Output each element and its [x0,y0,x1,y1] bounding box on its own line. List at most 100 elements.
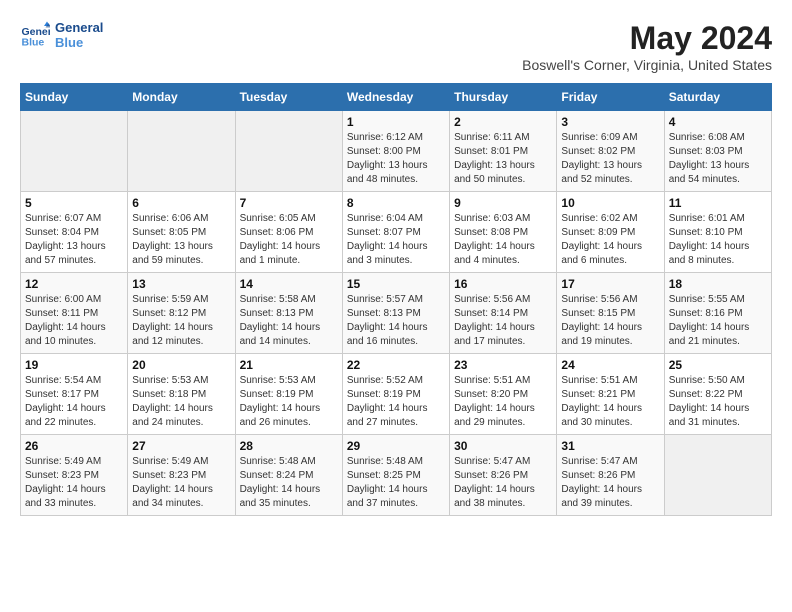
calendar-cell: 30 Sunrise: 5:47 AM Sunset: 8:26 PM Dayli… [450,435,557,516]
calendar-cell: 6 Sunrise: 6:06 AM Sunset: 8:05 PM Daylig… [128,192,235,273]
day-info: Sunrise: 5:51 AM Sunset: 8:20 PM Dayligh… [454,374,552,430]
day-info: Sunrise: 6:11 AM Sunset: 8:01 PM Dayligh… [454,131,552,187]
day-info: Sunrise: 6:08 AM Sunset: 8:03 PM Dayligh… [669,131,767,187]
day-number: 23 [454,358,552,372]
day-number: 6 [132,196,230,210]
day-info: Sunrise: 6:00 AM Sunset: 8:11 PM Dayligh… [25,293,123,349]
logo: General Blue General Blue [20,20,103,50]
calendar-cell: 17Sunrise: 5:56 AM Sunset: 8:15 PM Dayli… [557,273,664,354]
calendar-cell: 13Sunrise: 5:59 AM Sunset: 8:12 PM Dayli… [128,273,235,354]
calendar-cell: 29Sunrise: 5:48 AM Sunset: 8:25 PM Dayli… [342,435,449,516]
calendar-cell: 24Sunrise: 5:51 AM Sunset: 8:21 PM Dayli… [557,354,664,435]
month-title: May 2024 [522,20,772,57]
day-info: Sunrise: 6:01 AM Sunset: 8:10 PM Dayligh… [669,212,767,268]
calendar-cell [21,111,128,192]
weekday-header-wednesday: Wednesday [342,84,449,111]
day-info: Sunrise: 6:12 AM Sunset: 8:00 PM Dayligh… [347,131,445,187]
day-info: Sunrise: 6:06 AM Sunset: 8:05 PM Dayligh… [132,212,230,268]
day-number: 18 [669,277,767,291]
day-info: Sunrise: 5:49 AM Sunset: 8:23 PM Dayligh… [25,455,123,511]
weekday-header-tuesday: Tuesday [235,84,342,111]
calendar-cell: 15 Sunrise: 5:57 AM Sunset: 8:13 PM Dayli… [342,273,449,354]
day-info: Sunrise: 5:59 AM Sunset: 8:12 PM Dayligh… [132,293,230,349]
calendar-week-2: 5 Sunrise: 6:07 AM Sunset: 8:04 PM Daylig… [21,192,772,273]
day-number: 15 [347,277,445,291]
day-info: Sunrise: 5:52 AM Sunset: 8:19 PM Dayligh… [347,374,445,430]
logo-icon: General Blue [20,20,50,50]
calendar-cell: 21 Sunrise: 5:53 AM Sunset: 8:19 PM Dayli… [235,354,342,435]
day-number: 10 [561,196,659,210]
day-number: 22 [347,358,445,372]
calendar-cell: 9 Sunrise: 6:03 AM Sunset: 8:08 PM Daylig… [450,192,557,273]
day-number: 3 [561,115,659,129]
calendar-cell: 25 Sunrise: 5:50 AM Sunset: 8:22 PM Dayli… [664,354,771,435]
day-info: Sunrise: 6:04 AM Sunset: 8:07 PM Dayligh… [347,212,445,268]
weekday-header-friday: Friday [557,84,664,111]
calendar-cell: 31Sunrise: 5:47 AM Sunset: 8:26 PM Dayli… [557,435,664,516]
weekday-header-saturday: Saturday [664,84,771,111]
calendar-cell: 27 Sunrise: 5:49 AM Sunset: 8:23 PM Dayli… [128,435,235,516]
calendar-cell: 3Sunrise: 6:09 AM Sunset: 8:02 PM Daylig… [557,111,664,192]
day-info: Sunrise: 6:07 AM Sunset: 8:04 PM Dayligh… [25,212,123,268]
calendar-week-3: 12 Sunrise: 6:00 AM Sunset: 8:11 PM Dayli… [21,273,772,354]
day-info: Sunrise: 5:47 AM Sunset: 8:26 PM Dayligh… [454,455,552,511]
day-number: 31 [561,439,659,453]
day-number: 11 [669,196,767,210]
calendar-cell: 12 Sunrise: 6:00 AM Sunset: 8:11 PM Dayli… [21,273,128,354]
calendar: SundayMondayTuesdayWednesdayThursdayFrid… [20,83,772,516]
day-info: Sunrise: 5:50 AM Sunset: 8:22 PM Dayligh… [669,374,767,430]
logo-line1: General [55,20,103,35]
day-number: 7 [240,196,338,210]
weekday-header-thursday: Thursday [450,84,557,111]
day-info: Sunrise: 6:02 AM Sunset: 8:09 PM Dayligh… [561,212,659,268]
calendar-cell: 19 Sunrise: 5:54 AM Sunset: 8:17 PM Dayli… [21,354,128,435]
calendar-cell: 2Sunrise: 6:11 AM Sunset: 8:01 PM Daylig… [450,111,557,192]
day-number: 28 [240,439,338,453]
calendar-cell: 10 Sunrise: 6:02 AM Sunset: 8:09 PM Dayli… [557,192,664,273]
day-info: Sunrise: 5:48 AM Sunset: 8:25 PM Dayligh… [347,455,445,511]
weekday-header-row: SundayMondayTuesdayWednesdayThursdayFrid… [21,84,772,111]
day-number: 14 [240,277,338,291]
day-info: Sunrise: 5:56 AM Sunset: 8:15 PM Dayligh… [561,293,659,349]
svg-text:Blue: Blue [22,37,45,49]
calendar-cell: 7Sunrise: 6:05 AM Sunset: 8:06 PM Daylig… [235,192,342,273]
title-area: May 2024 Boswell's Corner, Virginia, Uni… [522,20,772,73]
day-number: 25 [669,358,767,372]
calendar-cell [128,111,235,192]
day-info: Sunrise: 5:56 AM Sunset: 8:14 PM Dayligh… [454,293,552,349]
calendar-cell: 8 Sunrise: 6:04 AM Sunset: 8:07 PM Daylig… [342,192,449,273]
calendar-cell: 20Sunrise: 5:53 AM Sunset: 8:18 PM Dayli… [128,354,235,435]
day-number: 30 [454,439,552,453]
day-info: Sunrise: 5:55 AM Sunset: 8:16 PM Dayligh… [669,293,767,349]
day-info: Sunrise: 5:53 AM Sunset: 8:19 PM Dayligh… [240,374,338,430]
day-number: 21 [240,358,338,372]
calendar-cell: 16Sunrise: 5:56 AM Sunset: 8:14 PM Dayli… [450,273,557,354]
weekday-header-sunday: Sunday [21,84,128,111]
day-number: 27 [132,439,230,453]
calendar-cell: 28 Sunrise: 5:48 AM Sunset: 8:24 PM Dayli… [235,435,342,516]
day-info: Sunrise: 5:58 AM Sunset: 8:13 PM Dayligh… [240,293,338,349]
calendar-cell: 26 Sunrise: 5:49 AM Sunset: 8:23 PM Dayli… [21,435,128,516]
day-number: 8 [347,196,445,210]
day-info: Sunrise: 5:49 AM Sunset: 8:23 PM Dayligh… [132,455,230,511]
day-info: Sunrise: 5:48 AM Sunset: 8:24 PM Dayligh… [240,455,338,511]
day-info: Sunrise: 5:57 AM Sunset: 8:13 PM Dayligh… [347,293,445,349]
calendar-cell: 11 Sunrise: 6:01 AM Sunset: 8:10 PM Dayli… [664,192,771,273]
calendar-week-1: 1 Sunrise: 6:12 AM Sunset: 8:00 PM Daylig… [21,111,772,192]
day-number: 4 [669,115,767,129]
header: General Blue General Blue May 2024 Boswe… [20,20,772,73]
day-number: 19 [25,358,123,372]
day-info: Sunrise: 5:54 AM Sunset: 8:17 PM Dayligh… [25,374,123,430]
calendar-week-4: 19 Sunrise: 5:54 AM Sunset: 8:17 PM Dayli… [21,354,772,435]
calendar-cell: 5 Sunrise: 6:07 AM Sunset: 8:04 PM Daylig… [21,192,128,273]
weekday-header-monday: Monday [128,84,235,111]
day-number: 12 [25,277,123,291]
calendar-cell: 14 Sunrise: 5:58 AM Sunset: 8:13 PM Dayli… [235,273,342,354]
day-info: Sunrise: 6:03 AM Sunset: 8:08 PM Dayligh… [454,212,552,268]
day-number: 1 [347,115,445,129]
calendar-cell: 1 Sunrise: 6:12 AM Sunset: 8:00 PM Daylig… [342,111,449,192]
day-number: 9 [454,196,552,210]
day-number: 26 [25,439,123,453]
logo-line2: Blue [55,35,103,50]
day-number: 5 [25,196,123,210]
